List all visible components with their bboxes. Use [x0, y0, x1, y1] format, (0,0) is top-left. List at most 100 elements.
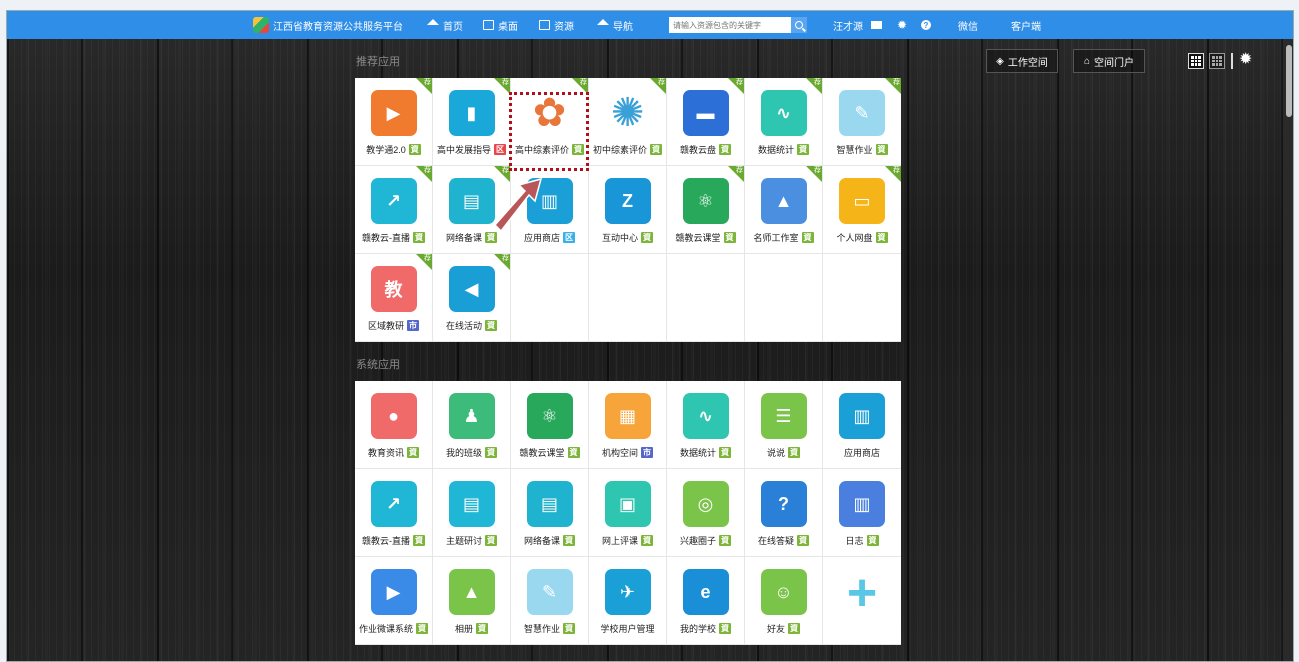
app-tile[interactable]: ↗ 赣教云-直播資 荐 [355, 166, 433, 254]
app-label: 互动中心 [601, 233, 638, 243]
app-tag-badge: 資 [485, 447, 497, 458]
app-label-row: 在线答疑資 [758, 534, 809, 547]
portal-button[interactable]: ⌂ 空间门户 [1073, 49, 1145, 73]
app-tile[interactable]: ⚛ 赣教云课堂資 荐 [667, 166, 745, 254]
app-tile[interactable]: ♟ 我的班级資 [433, 381, 511, 469]
friends-icon: ☺ [760, 569, 807, 615]
app-tag-badge: 資 [416, 623, 428, 634]
app-label-row: 赣教云-直播資 [362, 231, 425, 244]
app-label: 日志 [845, 536, 864, 546]
app-tile[interactable]: ▣ 网上评课資 [589, 469, 667, 557]
app-tag-badge: 資 [485, 535, 497, 546]
recommend-ribbon-label: 荐 [580, 79, 587, 86]
app-tile[interactable]: ▤ 主题研讨資 [433, 469, 511, 557]
app-tile[interactable]: ▲ 名师工作室資 荐 [745, 166, 823, 254]
app-tile[interactable]: ◀ 在线活动資 荐 [433, 254, 511, 342]
recommend-ribbon-label: 荐 [502, 79, 509, 86]
nav-resources[interactable]: 资源 [539, 11, 574, 39]
app-tile[interactable]: ☰ 说说資 [745, 381, 823, 469]
app-tile[interactable]: ✎ 智慧作业資 [511, 557, 589, 645]
recommended-apps-panel: ▶ 教学通2.0 資荐 ▮ 高中发展指导区荐 ✿ 高中综素评价資荐 ✺ 初中综素评价資荐 ▬ 赣教云… [355, 78, 901, 342]
app-tile[interactable]: ▶ 作业微课系统資 [355, 557, 433, 645]
divider [1231, 53, 1233, 69]
app-tag-badge: 資 [485, 232, 497, 243]
mail-icon [871, 21, 882, 29]
desktop-frame: 江西省教育资源公共服务平台 首页 桌面 资源 导航 汪才源 ✹ ? 微信 客户端… [6, 10, 1294, 662]
app-tag-badge: 資 [875, 144, 888, 155]
recommend-ribbon-label: 荐 [814, 79, 821, 86]
client-label: 客户端 [1011, 21, 1041, 33]
app-label: 教学通2.0 [366, 145, 406, 155]
nav-home[interactable]: 首页 [427, 11, 463, 39]
grid-view-icon[interactable] [1188, 53, 1204, 69]
app-tile[interactable]: ▥ 日志資 [823, 469, 901, 557]
nav-home-label: 首页 [443, 21, 463, 33]
search-button[interactable] [790, 17, 807, 33]
mail-button[interactable] [871, 11, 882, 39]
app-tile[interactable]: ∿ 数据统计資 荐 [745, 78, 823, 166]
app-tile[interactable]: ? 在线答疑資 [745, 469, 823, 557]
app-tile[interactable]: ▦ 机构空间市 [589, 381, 667, 469]
target-icon: ◎ [682, 481, 729, 527]
app-label: 数据统计 [757, 145, 794, 155]
app-label: 初中综素评价 [592, 145, 647, 155]
user-name[interactable]: 汪才源 [833, 11, 863, 39]
store-icon: ▥ [839, 393, 885, 439]
app-label: 网络备课 [445, 233, 482, 243]
app-tile[interactable]: ✎ 智慧作业資 荐 [823, 78, 901, 166]
list-view-icon[interactable] [1209, 53, 1225, 69]
app-tile[interactable]: ▭ 个人网盘資 荐 [823, 166, 901, 254]
app-tile[interactable]: ∿ 数据统计資 [667, 381, 745, 469]
app-label-row: 日志資 [845, 534, 879, 547]
megaphone-icon: ◀ [448, 266, 495, 312]
scrollbar[interactable] [1283, 39, 1293, 661]
add-app-icon[interactable]: + [847, 567, 877, 619]
workspace-button[interactable]: ◈ 工作空间 [986, 49, 1058, 73]
site-title: 江西省教育资源公共服务平台 [273, 21, 403, 33]
app-tile[interactable]: ☺ 好友資 [745, 557, 823, 645]
scrollbar-thumb[interactable] [1286, 45, 1292, 117]
site-brand[interactable]: 江西省教育资源公共服务平台 [253, 11, 403, 39]
wechat-link[interactable]: 微信 [958, 11, 978, 39]
app-label: 智慧作业 [523, 624, 560, 634]
app-tile[interactable]: ▲ 相册資 [433, 557, 511, 645]
empty-tile [745, 254, 823, 342]
app-label-row: 赣教云课堂資 [675, 231, 736, 244]
app-tile[interactable]: + [823, 557, 901, 645]
stats-icon: ∿ [760, 90, 807, 136]
app-tile[interactable]: e 我的学校資 [667, 557, 745, 645]
app-tile[interactable]: ▬ 赣教云盘資 荐 [667, 78, 745, 166]
review-icon: ▣ [604, 481, 651, 527]
client-link[interactable]: 客户端 [1011, 11, 1041, 39]
app-tile[interactable]: ↗ 赣教云-直播資 [355, 469, 433, 557]
homework-icon: ✎ [839, 90, 885, 136]
nav-desktop[interactable]: 桌面 [483, 11, 518, 39]
news-icon: ● [370, 393, 417, 439]
app-tile[interactable]: ▮ 高中发展指导区 荐 [433, 78, 511, 166]
app-tile[interactable]: ✈ 学校用户管理 [589, 557, 667, 645]
app-label: 机构空间 [601, 448, 638, 458]
app-tile[interactable]: ● 教育资讯資 [355, 381, 433, 469]
app-tile[interactable]: ▤ 网络备课資 [511, 469, 589, 557]
app-label-row: 我的班级資 [446, 446, 497, 459]
recommend-ribbon-label: 荐 [893, 167, 900, 174]
settings-button[interactable]: ✹ [897, 11, 907, 39]
app-tile[interactable]: ◎ 兴趣圈子資 [667, 469, 745, 557]
class-icon: ♟ [448, 393, 495, 439]
help-button[interactable]: ? [921, 11, 931, 39]
app-tile[interactable]: ▥ 应用商店 [823, 381, 901, 469]
app-tile[interactable]: ⚛ 赣教云课堂資 [511, 381, 589, 469]
app-label: 应用商店 [843, 448, 880, 458]
app-tile[interactable]: 教区域教研市 荐 [355, 254, 433, 342]
app-tile[interactable]: Z 互动中心資 [589, 166, 667, 254]
nav-navigation[interactable]: 导航 [597, 11, 633, 39]
search-input[interactable] [669, 17, 790, 33]
app-tile[interactable]: ✺ 初中综素评价資 荐 [589, 78, 667, 166]
desktop-settings-icon[interactable]: ✹ [1239, 49, 1252, 69]
chat-icon: ☰ [760, 393, 807, 439]
app-tile[interactable]: ▶ 教学通2.0 資 荐 [355, 78, 433, 166]
tv-icon: ▶ [370, 569, 417, 615]
app-tag-badge: 資 [413, 232, 425, 243]
app-label-row: 赣教云-直播資 [362, 534, 425, 547]
app-label: 在线答疑 [757, 536, 794, 546]
